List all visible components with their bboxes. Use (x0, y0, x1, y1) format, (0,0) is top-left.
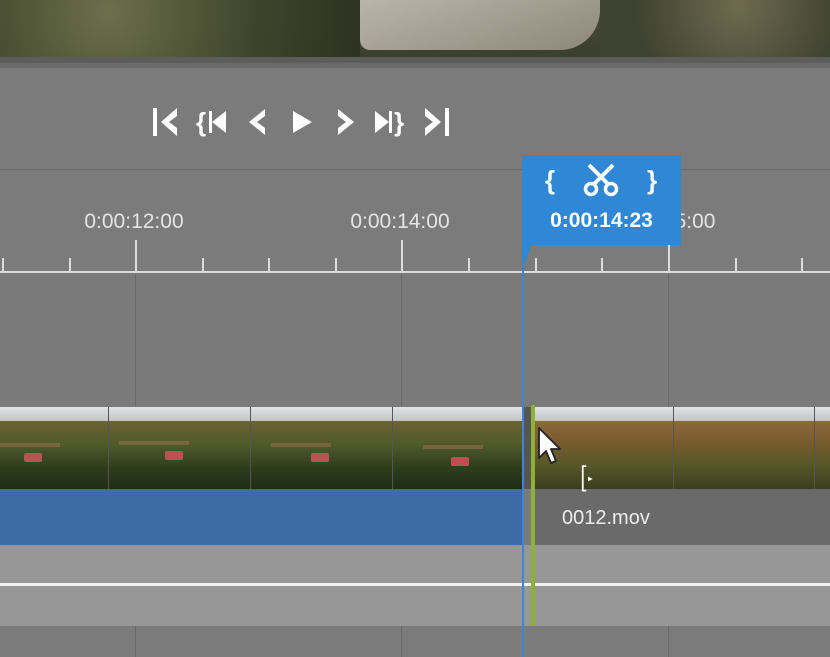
video-clip-thumbnails[interactable] (0, 407, 830, 489)
ruler-major-tick (401, 240, 403, 272)
ruler-minor-tick (202, 258, 204, 272)
clip-thumbnail (674, 407, 814, 489)
play-icon (293, 111, 312, 133)
ruler-minor-tick (468, 258, 470, 272)
svg-text:}: } (394, 107, 404, 137)
mouse-cursor-icon (538, 427, 561, 464)
svg-text:{: { (196, 107, 206, 137)
skip-to-end-icon (425, 108, 449, 136)
scissors-icon (583, 163, 619, 197)
grid-line (401, 274, 402, 407)
chevron-left-icon (249, 109, 265, 135)
ruler-label-12s: 0:00:12:00 (84, 210, 184, 233)
ruler-minor-tick (2, 258, 4, 272)
grid-line (135, 626, 136, 657)
split-clip-button[interactable] (580, 160, 622, 200)
clip-thumbnail (109, 407, 250, 489)
ruler-label-14s: 0:00:14:00 (350, 210, 450, 233)
play-button[interactable] (290, 104, 314, 140)
clip-thumbnail (0, 407, 108, 489)
clip-thumbnail (393, 407, 523, 489)
empty-track-bottom[interactable] (0, 626, 830, 657)
skip-to-start-icon (153, 108, 177, 136)
previous-marker-button[interactable]: { (196, 104, 230, 140)
go-to-end-button[interactable] (420, 104, 452, 140)
transport-bar (0, 68, 830, 170)
ruler-minor-tick (601, 258, 603, 272)
next-frame-button[interactable] (333, 104, 359, 140)
video-preview (0, 0, 830, 57)
next-marker-icon: } (375, 107, 404, 137)
clip-boundary-marker (531, 405, 535, 625)
ruler-minor-tick (535, 258, 537, 272)
ruler-minor-tick (335, 258, 337, 272)
go-to-start-button[interactable] (150, 104, 182, 140)
previous-frame-button[interactable] (244, 104, 270, 140)
playhead-pointer[interactable] (522, 244, 532, 270)
previous-marker-icon: { (196, 107, 226, 137)
set-out-point-button[interactable]: } (640, 160, 664, 200)
clip-in-point-marker-icon[interactable] (581, 456, 595, 502)
grid-line (135, 274, 136, 407)
ruler-major-tick (135, 240, 137, 272)
chevron-right-icon (338, 109, 354, 135)
playhead-timecode: 0:00:14:23 (550, 209, 653, 232)
ruler-minor-tick (735, 258, 737, 272)
ruler-baseline (0, 271, 830, 273)
playhead-line[interactable] (522, 265, 524, 657)
grid-line (401, 626, 402, 657)
clip-thumbnail (815, 407, 830, 489)
next-clip-name: 0012.mov (562, 507, 650, 529)
ruler-minor-tick (69, 258, 71, 272)
clip-thumbnail (251, 407, 392, 489)
audio-track-2[interactable] (0, 586, 830, 626)
set-in-point-button[interactable]: { (538, 160, 562, 200)
next-marker-button[interactable]: } (372, 104, 406, 140)
selected-clip-bar[interactable] (0, 489, 523, 545)
ruler-minor-tick (268, 258, 270, 272)
grid-line (668, 274, 669, 407)
grid-line (668, 626, 669, 657)
audio-track-1[interactable] (0, 545, 830, 583)
ruler-minor-tick (801, 258, 803, 272)
empty-video-track[interactable] (0, 274, 830, 407)
